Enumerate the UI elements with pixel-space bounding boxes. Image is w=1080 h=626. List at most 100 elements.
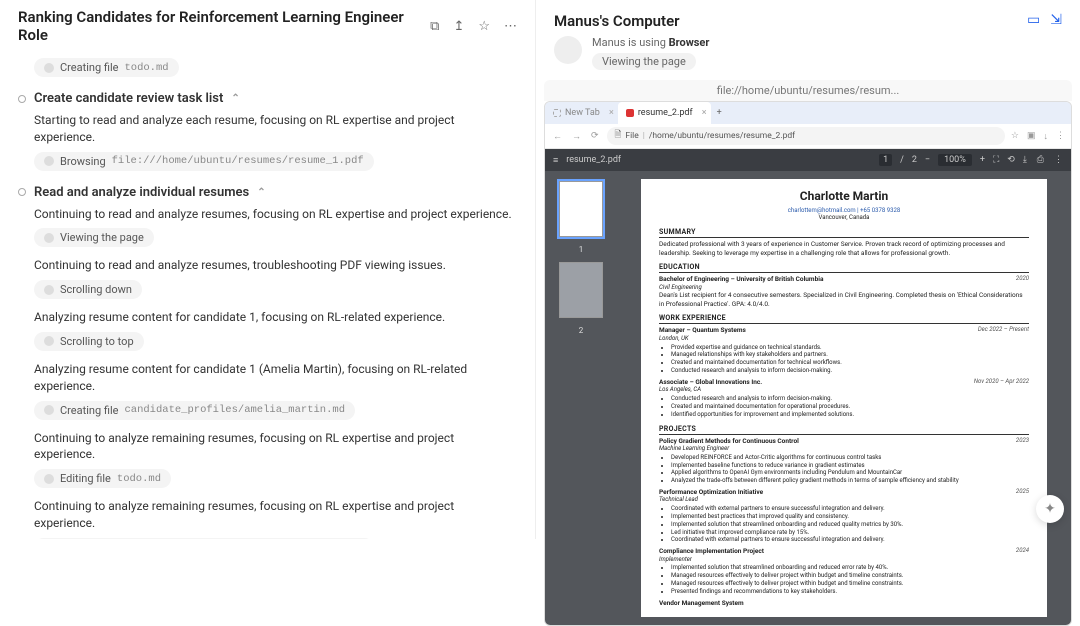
chip-label: Editing file (60, 472, 111, 485)
close-icon[interactable]: × (609, 108, 614, 118)
thumbnail-2[interactable] (559, 262, 603, 318)
chip-label: Scrolling to top (60, 335, 134, 348)
back-icon[interactable]: ← (551, 131, 564, 142)
chip-label: Creating file (60, 61, 118, 74)
chip-browsing[interactable]: Browsing file:///home/ubuntu/resumes/res… (34, 152, 374, 171)
address-bar: ← → ⟳ 🗎 File | /home/ubuntu/resumes/resu… (545, 124, 1071, 149)
collapse-icon[interactable]: ⇲ (1050, 12, 1062, 28)
tab-label: New Tab (565, 108, 600, 118)
step-text: Starting to read and analyze each resume… (34, 112, 517, 146)
chip-path: todo.md (124, 62, 168, 74)
status-circle-icon (18, 188, 26, 196)
step-text: Analyzing resume content for candidate 1… (34, 309, 517, 326)
more-icon[interactable]: ⋮ (1054, 155, 1063, 165)
copy-icon[interactable]: ⧉ (430, 19, 439, 34)
pdf-filename: resume_2.pdf (566, 155, 871, 165)
step-text: Continuing to analyze remaining resumes,… (34, 430, 517, 464)
browser-frame: New Tab × resume_2.pdf × + ← → ⟳ 🗎 File (544, 101, 1072, 626)
download-icon[interactable]: ⤓ (1023, 155, 1027, 165)
step-text: Analyzing resume content for candidate 1… (34, 361, 517, 395)
tab-label: resume_2.pdf (638, 108, 693, 118)
header-actions: ⧉ ↥ ☆ ⋯ (430, 19, 517, 34)
address-field[interactable]: 🗎 File | /home/ubuntu/resumes/resume_2.p… (607, 127, 1005, 145)
chevron-up-icon: ⌃ (231, 93, 239, 104)
chip-path: todo.md (117, 473, 161, 485)
link-icon (44, 156, 54, 166)
p3-bullets: Implemented solution that streamlined on… (671, 564, 1029, 595)
chip-scroll-top[interactable]: Scrolling to top (34, 332, 144, 351)
task-log-panel: Ranking Candidates for Reinforcement Lea… (0, 0, 535, 539)
chip-viewing-page[interactable]: Viewing the page (34, 228, 154, 247)
scroll-icon (44, 285, 54, 295)
computer-controls: ▭ ⇲ (1027, 12, 1062, 28)
chip-label: Scrolling down (60, 283, 132, 296)
eye-icon (44, 233, 54, 243)
section-summary: SUMMARY (659, 228, 1029, 238)
new-tab-button[interactable]: + (711, 108, 728, 118)
section-read-resumes[interactable]: Read and analyze individual resumes ⌃ (18, 185, 517, 200)
monitor-icon[interactable]: ▭ (1027, 12, 1040, 28)
chip-path: file:///home/ubuntu/resumes/resume_1.pdf (112, 155, 364, 167)
using-line: Manus is using Browser (592, 36, 709, 49)
chip-creating-file-2[interactable]: Creating file candidate_profiles/amelia_… (34, 401, 355, 420)
step-text: Continuing to read and analyze resumes, … (34, 206, 517, 223)
star-icon[interactable]: ☆ (1011, 131, 1019, 142)
thumbnail-1[interactable] (559, 181, 603, 237)
computer-panel: Manus's Computer ▭ ⇲ Manus is using Brow… (535, 0, 1080, 539)
chip-editing-file[interactable]: Editing file todo.md (34, 469, 171, 488)
p1-bullets: Developed REINFORCE and Actor-Critic alg… (671, 454, 1029, 485)
page-area[interactable]: Charlotte Martin charlottem@hotmail.com … (617, 171, 1071, 625)
forward-icon[interactable]: → (570, 131, 583, 142)
thumb-num: 2 (579, 326, 584, 335)
chip-path: candidate_profiles/amelia_martin.md (124, 404, 345, 416)
page-current[interactable]: 1 (879, 154, 892, 166)
url-strip: file://home/ubuntu/resumes/resum... (544, 80, 1072, 101)
hamburger-icon[interactable]: ≡ (553, 155, 558, 166)
browser-wrapper: file://home/ubuntu/resumes/resum... New … (544, 80, 1072, 626)
resume-name: Charlotte Martin (659, 189, 1029, 205)
chevron-up-icon: ⌃ (257, 187, 265, 198)
chip-label: Browsing (60, 155, 106, 168)
more-icon[interactable]: ⋯ (504, 19, 517, 34)
zoom-in-icon[interactable]: + (980, 155, 985, 165)
section-title: Create candidate review task list (34, 91, 223, 106)
print-icon[interactable]: ⎙ (1037, 155, 1044, 165)
addr-right: ☆ ▣ ↓ ⋮ (1011, 131, 1065, 142)
section-work: WORK EXPERIENCE (659, 314, 1029, 324)
pdf-fav-icon (626, 109, 634, 117)
tab-new[interactable]: New Tab × (545, 102, 618, 124)
menu-icon[interactable]: ⋮ (1056, 131, 1065, 142)
download-icon[interactable]: ↓ (1044, 131, 1049, 142)
extension-icon[interactable]: ▣ (1027, 131, 1036, 142)
page-total: 2 (912, 155, 917, 165)
p2-bullets: Coordinated with external partners to en… (671, 505, 1029, 544)
section-education: EDUCATION (659, 263, 1029, 273)
star-icon[interactable]: ☆ (478, 19, 490, 34)
scheme-label: File (625, 131, 638, 141)
chip-scroll-down[interactable]: Scrolling down (34, 280, 142, 299)
section-title: Read and analyze individual resumes (34, 185, 249, 200)
job1-bullets: Provided expertise and guidance on techn… (671, 344, 1029, 375)
fab-button[interactable]: ✦ (1036, 495, 1064, 523)
tab-strip: New Tab × resume_2.pdf × + (545, 102, 1071, 124)
page-sep: / (900, 155, 904, 165)
zoom-out-icon[interactable]: − (925, 155, 930, 165)
computer-title: Manus's Computer (554, 12, 1027, 30)
status-pill: Viewing the page (592, 53, 696, 70)
blank-fav-icon (553, 109, 561, 117)
zoom-level[interactable]: 100% (938, 154, 972, 166)
job2-bullets: Conducted research and analysis to infor… (671, 395, 1029, 418)
close-icon[interactable]: × (702, 108, 707, 118)
section-create-list[interactable]: Create candidate review task list ⌃ (18, 91, 517, 106)
chip-label: Creating file (60, 404, 118, 417)
file-icon: 🗎 (615, 129, 622, 143)
share-icon[interactable]: ↥ (453, 19, 464, 34)
section-projects: PROJECTS (659, 425, 1029, 435)
reload-icon[interactable]: ⟳ (589, 131, 601, 141)
rotate-icon[interactable]: ⟲ (1007, 155, 1015, 165)
chip-creating-file[interactable]: Creating file todo.md (34, 58, 179, 77)
tab-active[interactable]: resume_2.pdf × (618, 102, 711, 124)
fit-icon[interactable]: ⛶ (993, 155, 999, 165)
chip-label: Viewing the page (60, 231, 144, 244)
thumb-num: 1 (579, 245, 584, 254)
